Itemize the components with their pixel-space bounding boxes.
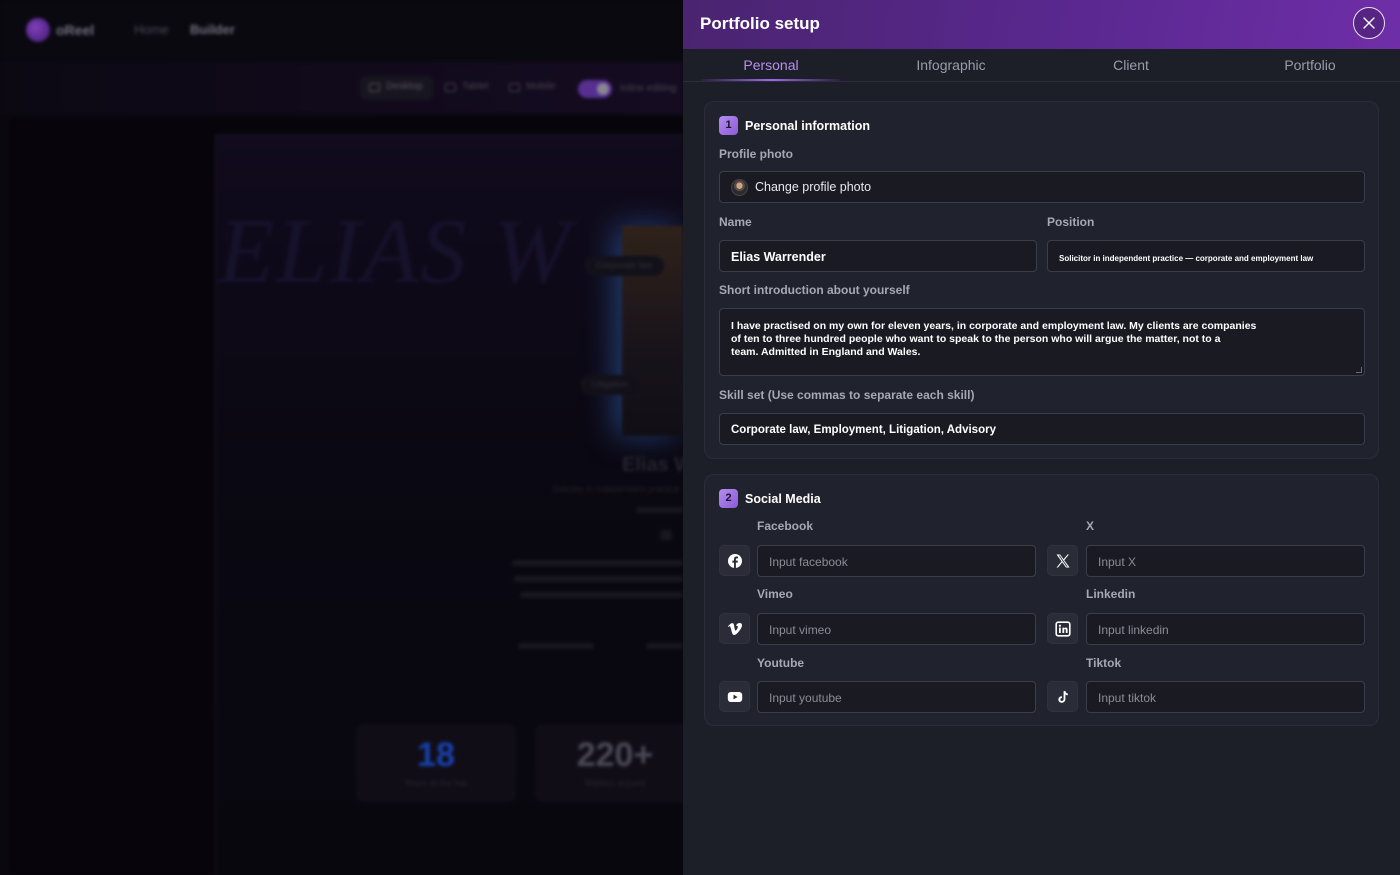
facebook-icon-box: [719, 545, 750, 576]
x-icon: [1056, 554, 1070, 568]
linkedin-icon: [1055, 621, 1071, 637]
position-label: Position: [1047, 215, 1095, 229]
tiktok-input[interactable]: Input tiktok: [1086, 681, 1365, 713]
tiktok-label: Tiktok: [1086, 656, 1122, 670]
facebook-label: Facebook: [757, 519, 814, 533]
linkedin-label: Linkedin: [1086, 587, 1136, 601]
youtube-input[interactable]: Input youtube: [757, 681, 1036, 713]
panel-title: Portfolio setup: [700, 14, 820, 33]
change-profile-photo-button[interactable]: Change profile photo: [719, 171, 1365, 203]
introduction-line: team. Admitted in England and Wales.: [731, 346, 921, 358]
name-field[interactable]: Elias Warrender: [719, 240, 1037, 272]
vimeo-input[interactable]: Input vimeo: [757, 613, 1036, 645]
facebook-input[interactable]: Input facebook: [757, 545, 1036, 577]
profile-photo-label: Profile photo: [719, 147, 793, 161]
vimeo-label: Vimeo: [757, 587, 793, 601]
close-button[interactable]: [1353, 7, 1385, 39]
position-field[interactable]: Solicitor in independent practice — corp…: [1047, 240, 1365, 272]
linkedin-input[interactable]: Input linkedin: [1086, 613, 1365, 645]
panel-header: Portfolio setup: [683, 0, 1400, 49]
change-profile-photo-label: Change profile photo: [755, 180, 872, 194]
modal-backdrop[interactable]: [0, 0, 683, 875]
tab-infographic[interactable]: Infographic: [881, 49, 1021, 82]
background-app: oReel Home Builder Desktop Tablet Mobile…: [0, 0, 683, 875]
section-title: Social Media: [745, 492, 821, 506]
youtube-icon: [727, 692, 743, 702]
active-tab-indicator: [701, 79, 841, 81]
introduction-textarea[interactable]: I have practised on my own for eleven ye…: [719, 308, 1365, 376]
section-number-badge: 1: [719, 116, 738, 135]
personal-information-card: 1 Personal information Profile photo Cha…: [704, 101, 1379, 459]
name-label: Name: [719, 215, 752, 229]
tab-bar: Personal Infographic Client Portfolio: [683, 49, 1400, 82]
avatar: [731, 179, 748, 196]
portfolio-setup-panel: Portfolio setup Personal Infographic Cli…: [683, 0, 1400, 875]
skill-set-label: Skill set (Use commas to separate each s…: [719, 388, 975, 402]
resize-handle[interactable]: [1356, 367, 1362, 373]
introduction-line: I have practised on my own for eleven ye…: [731, 320, 1257, 332]
skill-set-field[interactable]: Corporate law, Employment, Litigation, A…: [719, 413, 1365, 445]
youtube-label: Youtube: [757, 656, 805, 670]
linkedin-icon-box: [1047, 613, 1078, 644]
facebook-icon: [728, 554, 742, 568]
close-icon: [1363, 17, 1375, 29]
x-label: X: [1086, 519, 1095, 533]
vimeo-icon-box: [719, 613, 750, 644]
tab-client[interactable]: Client: [1061, 49, 1201, 82]
tiktok-icon: [1058, 691, 1068, 703]
vimeo-icon: [728, 622, 743, 635]
youtube-icon-box: [719, 681, 750, 712]
introduction-label: Short introduction about yourself: [719, 283, 910, 297]
tab-portfolio[interactable]: Portfolio: [1240, 49, 1380, 82]
tiktok-icon-box: [1047, 681, 1078, 712]
section-number-badge: 2: [719, 489, 738, 508]
x-icon-box: [1047, 545, 1078, 576]
tab-personal[interactable]: Personal: [701, 49, 841, 82]
introduction-line: of ten to three hundred people who want …: [731, 333, 1221, 345]
x-input[interactable]: Input X: [1086, 545, 1365, 577]
social-media-card: 2 Social Media Facebook Input facebook X…: [704, 474, 1379, 726]
section-title: Personal information: [745, 119, 871, 133]
